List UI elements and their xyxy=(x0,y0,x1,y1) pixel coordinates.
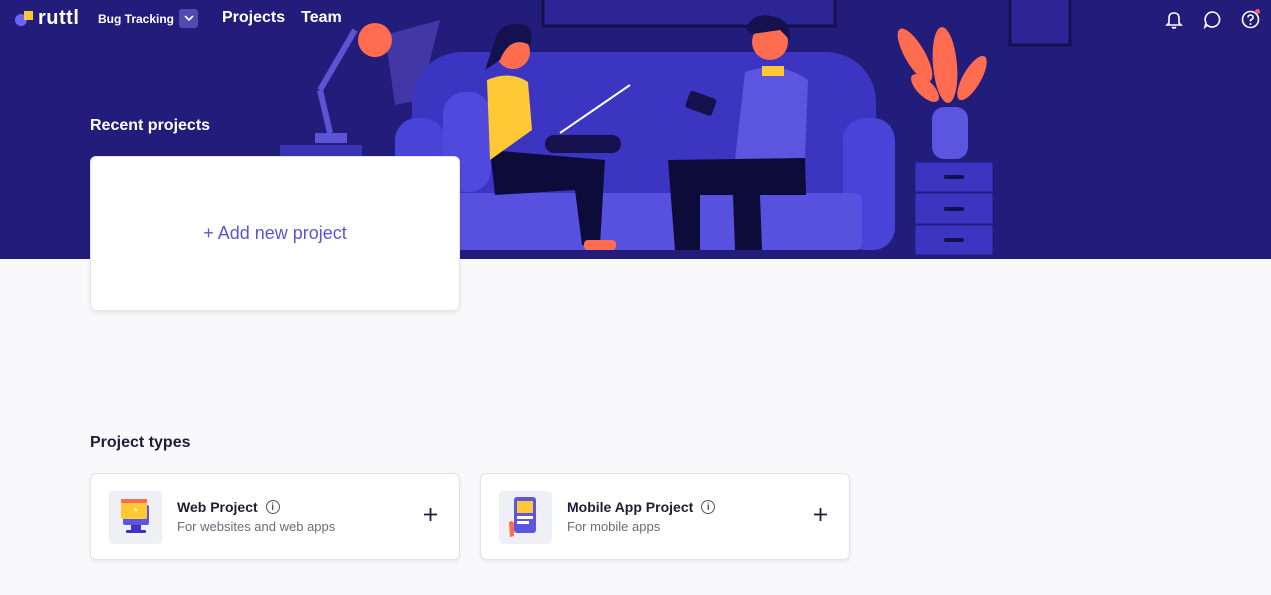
web-project-description: For websites and web apps xyxy=(177,519,336,534)
add-new-project-label: + Add new project xyxy=(203,223,347,243)
add-mobile-project-button[interactable] xyxy=(811,505,829,523)
plus-icon xyxy=(813,507,827,521)
mobile-project-name: Mobile App Project i xyxy=(567,499,716,515)
info-icon[interactable]: i xyxy=(701,500,716,514)
monitor-icon xyxy=(121,499,149,533)
info-icon[interactable]: i xyxy=(265,500,280,514)
mobile-project-description: For mobile apps xyxy=(567,519,661,534)
project-types-title: Project types xyxy=(90,434,191,451)
web-project-thumbnail xyxy=(109,491,162,544)
add-new-project-card[interactable]: + Add new project xyxy=(90,156,460,311)
mobile-project-thumbnail xyxy=(499,491,552,544)
help-icon[interactable] xyxy=(1239,8,1261,30)
mobile-phone-icon xyxy=(509,497,536,537)
web-project-name: Web Project i xyxy=(177,499,280,515)
product-label: Bug Tracking xyxy=(98,11,175,26)
web-project-card[interactable]: Web Project i For websites and web apps xyxy=(90,473,460,560)
add-web-project-button[interactable] xyxy=(421,505,439,523)
logo-mark-icon xyxy=(15,11,33,26)
chevron-down-icon[interactable] xyxy=(179,9,199,28)
product-switcher[interactable]: Bug Tracking xyxy=(98,9,199,28)
chat-icon[interactable] xyxy=(1201,8,1223,30)
web-project-title: Web Project xyxy=(177,499,258,515)
notification-dot xyxy=(1255,9,1260,14)
nav-team[interactable]: Team xyxy=(301,9,342,27)
ruttl-logo[interactable]: ruttl xyxy=(15,8,79,28)
recent-projects-title: Recent projects xyxy=(90,117,211,134)
mobile-app-project-card[interactable]: Mobile App Project i For mobile apps xyxy=(480,473,850,560)
logo-text: ruttl xyxy=(38,7,80,29)
mobile-project-title: Mobile App Project xyxy=(567,499,694,515)
bell-icon[interactable] xyxy=(1163,8,1185,30)
top-bar: ruttl Bug Tracking Projects Team xyxy=(0,0,1271,38)
top-icons xyxy=(1163,8,1261,30)
main-nav: Projects Team xyxy=(222,9,342,27)
nav-projects[interactable]: Projects xyxy=(222,9,285,27)
plus-icon xyxy=(423,507,437,521)
